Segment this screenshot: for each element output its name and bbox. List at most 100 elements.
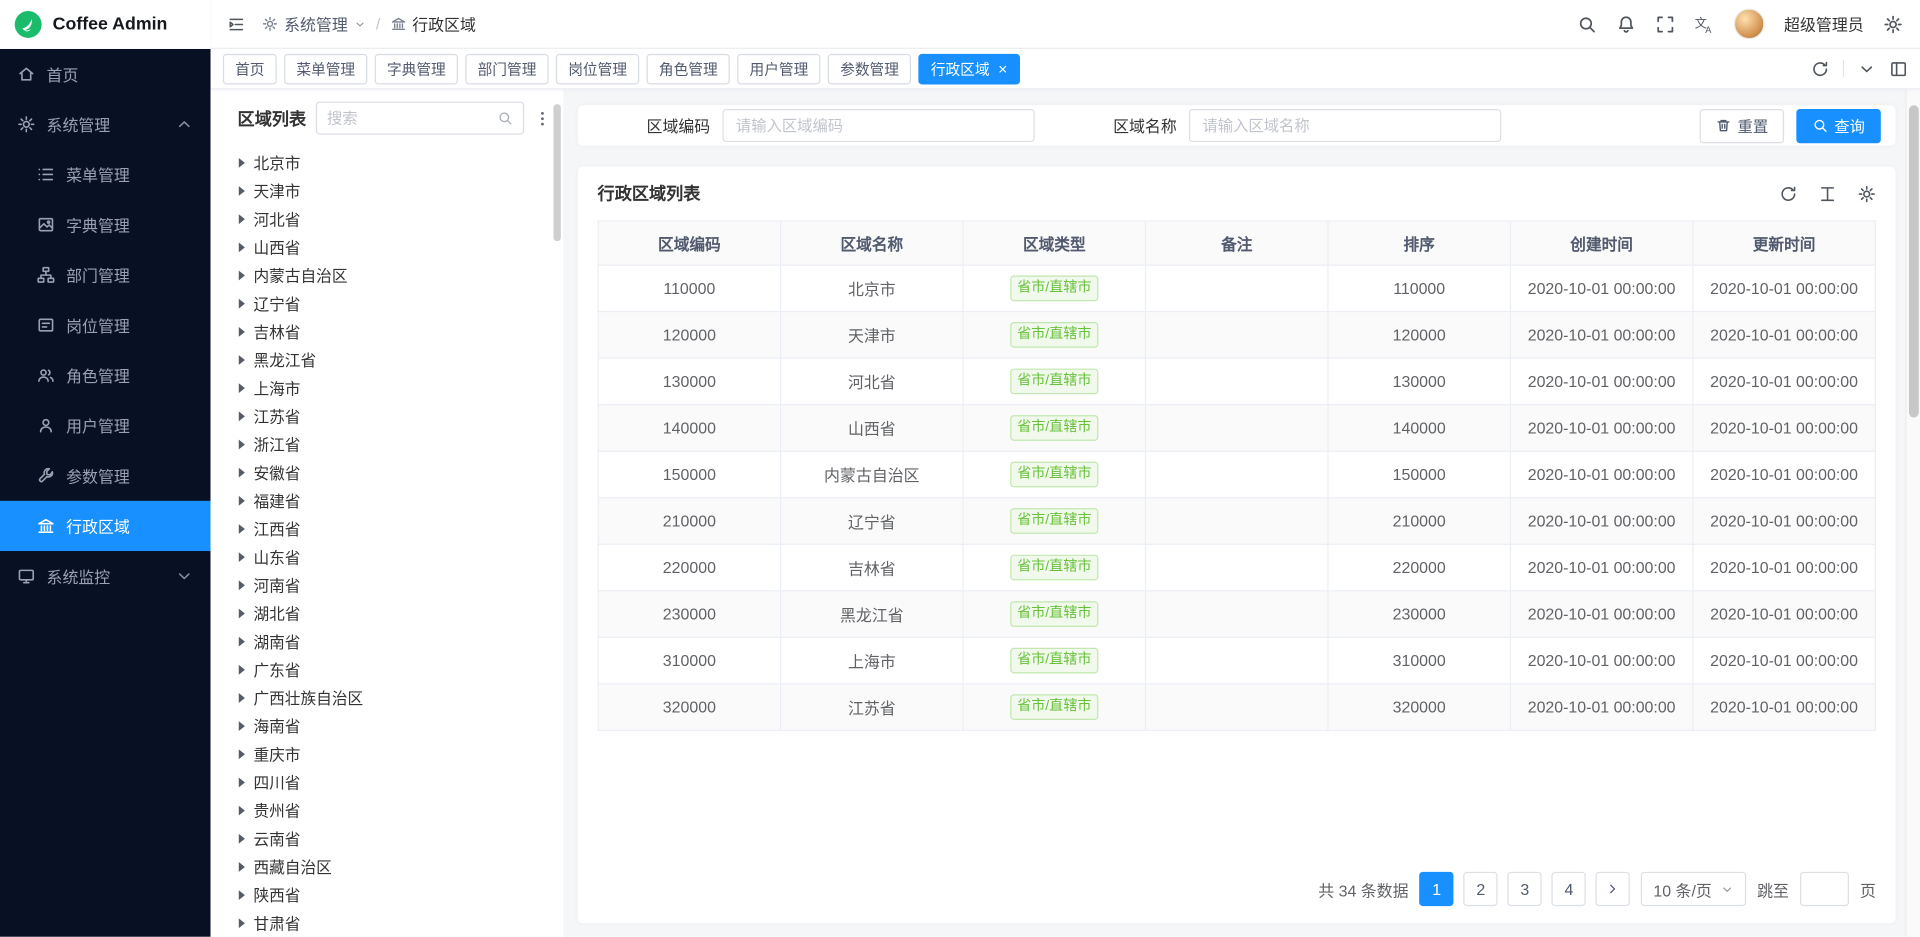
- tree-item[interactable]: 河南省: [211, 571, 564, 599]
- caret-right-icon[interactable]: [239, 523, 245, 533]
- chevron-down-icon[interactable]: [354, 18, 366, 30]
- table-row[interactable]: 130000河北省省市/直辖市1300002020-10-01 00:00:00…: [598, 358, 1875, 405]
- notification-bell-icon[interactable]: [1616, 14, 1636, 34]
- tree-item[interactable]: 贵州省: [211, 796, 564, 824]
- caret-right-icon[interactable]: [239, 721, 245, 731]
- tree-item[interactable]: 海南省: [211, 711, 564, 739]
- table-row[interactable]: 140000山西省省市/直辖市1400002020-10-01 00:00:00…: [598, 405, 1875, 452]
- tree-item[interactable]: 四川省: [211, 768, 564, 796]
- tab-item[interactable]: 菜单管理: [284, 53, 367, 84]
- sidebar-item[interactable]: 部门管理: [0, 250, 211, 300]
- tab-close-icon[interactable]: ×: [997, 61, 1008, 77]
- sidebar-item[interactable]: 系统监控: [0, 551, 211, 601]
- caret-right-icon[interactable]: [239, 608, 245, 618]
- table-row[interactable]: 210000辽宁省省市/直辖市2100002020-10-01 00:00:00…: [598, 498, 1875, 545]
- caret-right-icon[interactable]: [239, 439, 245, 449]
- caret-right-icon[interactable]: [239, 354, 245, 364]
- refresh-tab-icon[interactable]: [1811, 59, 1829, 77]
- caret-right-icon[interactable]: [239, 326, 245, 336]
- tree-item[interactable]: 广西壮族自治区: [211, 683, 564, 711]
- page-button[interactable]: 2: [1464, 872, 1498, 906]
- sidebar-collapse-icon[interactable]: [228, 15, 245, 32]
- app-logo[interactable]: Coffee Admin: [0, 0, 211, 49]
- tree-item[interactable]: 江苏省: [211, 402, 564, 430]
- row-density-icon[interactable]: [1818, 184, 1836, 202]
- caret-right-icon[interactable]: [239, 383, 245, 393]
- table-row[interactable]: 220000吉林省省市/直辖市2200002020-10-01 00:00:00…: [598, 544, 1875, 591]
- tab-item[interactable]: 参数管理: [828, 53, 911, 84]
- username[interactable]: 超级管理员: [1784, 12, 1864, 35]
- tree-item[interactable]: 湖南省: [211, 627, 564, 655]
- tree-item[interactable]: 天津市: [211, 176, 564, 204]
- table-row[interactable]: 310000上海市省市/直辖市3100002020-10-01 00:00:00…: [598, 637, 1875, 684]
- caret-right-icon[interactable]: [239, 495, 245, 505]
- caret-right-icon[interactable]: [239, 833, 245, 843]
- page-button[interactable]: 1: [1420, 872, 1454, 906]
- tree-item[interactable]: 上海市: [211, 373, 564, 401]
- tree-item[interactable]: 内蒙古自治区: [211, 261, 564, 289]
- sidebar-item[interactable]: 用户管理: [0, 400, 211, 450]
- caret-right-icon[interactable]: [239, 186, 245, 196]
- tree-item[interactable]: 云南省: [211, 824, 564, 852]
- tab-item[interactable]: 用户管理: [737, 53, 820, 84]
- caret-right-icon[interactable]: [239, 270, 245, 280]
- caret-right-icon[interactable]: [239, 777, 245, 787]
- tree-item[interactable]: 福建省: [211, 486, 564, 514]
- next-page-button[interactable]: [1596, 872, 1630, 906]
- tree-item[interactable]: 安徽省: [211, 458, 564, 486]
- tree-item[interactable]: 重庆市: [211, 740, 564, 768]
- table-row[interactable]: 110000北京市省市/直辖市1100002020-10-01 00:00:00…: [598, 265, 1875, 312]
- caret-right-icon[interactable]: [239, 636, 245, 646]
- translate-icon[interactable]: 文A: [1695, 14, 1715, 34]
- table-row[interactable]: 120000天津市省市/直辖市1200002020-10-01 00:00:00…: [598, 312, 1875, 359]
- sidebar-item[interactable]: 字典管理: [0, 200, 211, 250]
- tree-item[interactable]: 北京市: [211, 148, 564, 176]
- region-code-input[interactable]: [722, 109, 1034, 142]
- settings-gear-icon[interactable]: [1883, 14, 1903, 34]
- tree-item[interactable]: 辽宁省: [211, 289, 564, 317]
- caret-right-icon[interactable]: [239, 580, 245, 590]
- tree-search-input[interactable]: [327, 110, 490, 127]
- user-avatar[interactable]: [1734, 9, 1765, 40]
- sidebar-item[interactable]: 参数管理: [0, 451, 211, 501]
- sidebar-item[interactable]: 岗位管理: [0, 300, 211, 350]
- caret-right-icon[interactable]: [239, 214, 245, 224]
- tree-item[interactable]: 浙江省: [211, 430, 564, 458]
- tab-item[interactable]: 角色管理: [647, 53, 730, 84]
- tree-item[interactable]: 湖北省: [211, 599, 564, 627]
- table-row[interactable]: 150000内蒙古自治区省市/直辖市1500002020-10-01 00:00…: [598, 451, 1875, 498]
- refresh-table-icon[interactable]: [1779, 184, 1797, 202]
- page-size-select[interactable]: 10 条/页: [1641, 872, 1746, 906]
- tree-item[interactable]: 甘肃省: [211, 909, 564, 937]
- fullscreen-icon[interactable]: [1655, 14, 1675, 34]
- caret-right-icon[interactable]: [239, 692, 245, 702]
- caret-right-icon[interactable]: [239, 805, 245, 815]
- caret-right-icon[interactable]: [239, 411, 245, 421]
- search-icon[interactable]: [1577, 14, 1597, 34]
- tree-item[interactable]: 陕西省: [211, 880, 564, 908]
- tree-item[interactable]: 吉林省: [211, 317, 564, 345]
- tree-item[interactable]: 河北省: [211, 204, 564, 232]
- caret-right-icon[interactable]: [239, 157, 245, 167]
- caret-right-icon[interactable]: [239, 890, 245, 900]
- tab-options-chevron-icon[interactable]: [1858, 59, 1876, 77]
- region-name-input[interactable]: [1189, 109, 1501, 142]
- tree-item[interactable]: 黑龙江省: [211, 345, 564, 373]
- table-row[interactable]: 230000黑龙江省省市/直辖市2300002020-10-01 00:00:0…: [598, 591, 1875, 638]
- caret-right-icon[interactable]: [239, 664, 245, 674]
- tree-scrollbar-thumb[interactable]: [553, 104, 560, 241]
- caret-right-icon[interactable]: [239, 861, 245, 871]
- caret-right-icon[interactable]: [239, 552, 245, 562]
- search-button[interactable]: 查询: [1796, 108, 1881, 142]
- tree-item[interactable]: 广东省: [211, 655, 564, 683]
- tab-item[interactable]: 行政区域×: [919, 53, 1020, 84]
- tab-item[interactable]: 字典管理: [375, 53, 458, 84]
- sidebar-item[interactable]: 首页: [0, 49, 211, 99]
- table-row[interactable]: 320000江苏省省市/直辖市3200002020-10-01 00:00:00…: [598, 684, 1875, 731]
- caret-right-icon[interactable]: [239, 242, 245, 252]
- tree-item[interactable]: 山西省: [211, 233, 564, 261]
- caret-right-icon[interactable]: [239, 918, 245, 928]
- page-button[interactable]: 3: [1508, 872, 1542, 906]
- tab-item[interactable]: 岗位管理: [556, 53, 639, 84]
- sidebar-item[interactable]: 行政区域: [0, 501, 211, 551]
